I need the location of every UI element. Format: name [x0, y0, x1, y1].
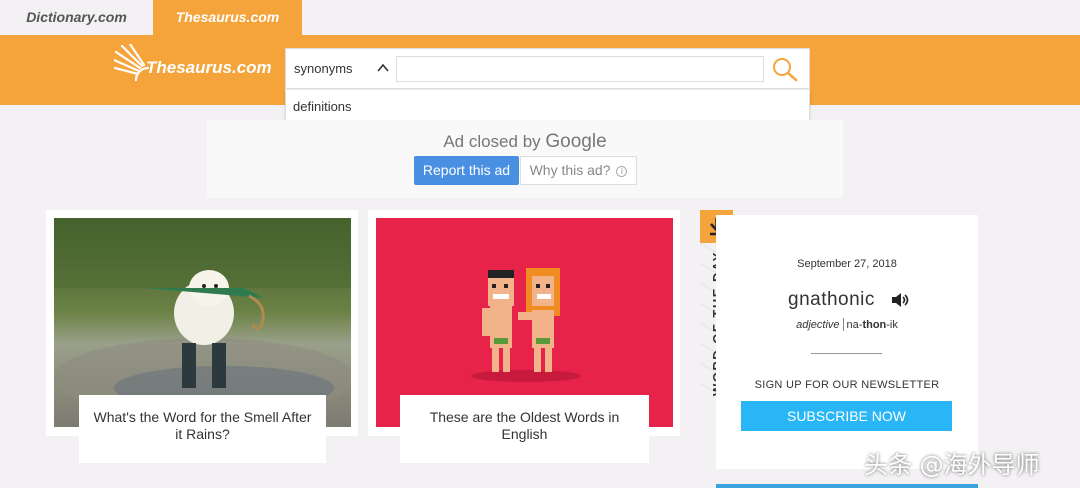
info-icon: i	[616, 166, 628, 177]
search-mode-select[interactable]: synonyms	[294, 61, 353, 76]
wotd-pronunciation: adjective na-thon-ik	[716, 318, 978, 331]
pron-part-c: -ik	[886, 319, 898, 331]
watermark-text: 头条 @海外导师	[864, 451, 1040, 479]
search-mode-dropdown: definitions	[285, 89, 810, 122]
why-this-ad-button[interactable]: Why this ad? i	[520, 156, 637, 185]
ad-container: Ad closed by Google Report this ad Why t…	[207, 120, 843, 198]
search-bar: synonyms	[285, 48, 810, 89]
why-this-ad-label: Why this ad?	[529, 162, 611, 178]
subscribe-button[interactable]: SUBSCRIBE NOW	[741, 401, 952, 431]
logo-text: Thesaurus.com	[146, 58, 272, 77]
ad-closed-label: Ad closed by	[443, 132, 541, 151]
chevron-up-icon[interactable]	[376, 61, 390, 75]
bottom-accent	[716, 484, 978, 488]
dropdown-option-definitions[interactable]: definitions	[293, 99, 352, 114]
thesaurus-logo[interactable]: Thesaurus.com	[114, 44, 274, 84]
report-ad-button[interactable]: Report this ad	[414, 156, 519, 185]
wotd-date: September 27, 2018	[797, 258, 897, 270]
divider	[811, 353, 882, 354]
pron-part-b: thon	[862, 319, 887, 331]
ad-closed-text: Ad closed by Google	[207, 131, 843, 153]
word-of-the-day-card: September 27, 2018 gnathonic adjective na…	[716, 215, 978, 469]
article-caption-oldest-words[interactable]: These are the Oldest Words in English	[400, 395, 649, 463]
newsletter-label: SIGN UP FOR OUR NEWSLETTER	[754, 379, 940, 391]
wotd-word[interactable]: gnathonic	[788, 289, 875, 311]
wotd-part-of-speech: adjective	[796, 319, 840, 331]
tab-dictionary[interactable]: Dictionary.com	[0, 0, 153, 35]
speaker-icon[interactable]	[891, 292, 909, 308]
article-caption-smell[interactable]: What's the Word for the Smell After it R…	[79, 395, 326, 463]
site-tabs: Dictionary.com Thesaurus.com	[0, 0, 1080, 35]
google-label: Google	[545, 131, 607, 152]
pron-divider	[842, 318, 844, 331]
search-input[interactable]	[396, 56, 764, 82]
search-icon[interactable]	[770, 55, 800, 83]
pron-part-a: na-	[846, 319, 863, 331]
tab-thesaurus[interactable]: Thesaurus.com	[153, 0, 302, 35]
